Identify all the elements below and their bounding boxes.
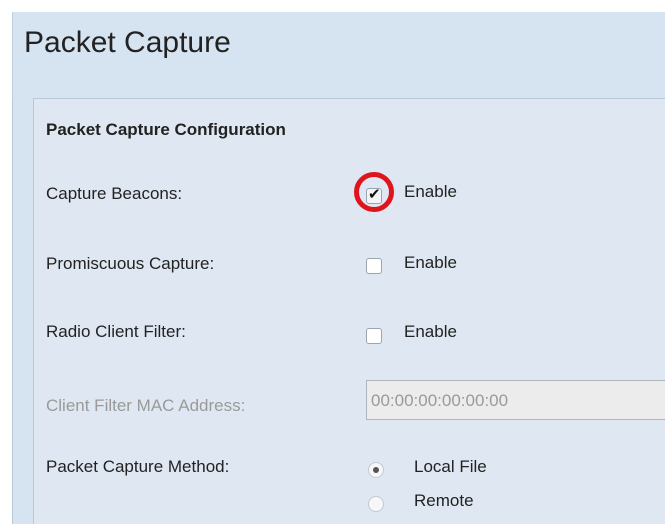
capture-method-label: Packet Capture Method: (46, 457, 230, 476)
radio-client-filter-label: Radio Client Filter: (46, 322, 186, 341)
radio-local-file[interactable] (368, 462, 384, 478)
capture-beacons-label: Capture Beacons: (46, 184, 183, 203)
promiscuous-capture-enable-label: Enable (404, 253, 457, 272)
promiscuous-capture-label: Promiscuous Capture: (46, 254, 215, 273)
radio-local-file-label: Local File (414, 457, 487, 476)
radio-client-filter-checkbox[interactable] (366, 328, 382, 344)
radio-remote-label: Remote (414, 491, 474, 510)
radio-client-filter-enable-label: Enable (404, 322, 457, 341)
radio-selected-dot (373, 467, 379, 473)
client-filter-mac-label: Client Filter MAC Address: (46, 396, 246, 415)
radio-remote[interactable] (368, 496, 384, 512)
promiscuous-capture-checkbox[interactable] (366, 258, 382, 274)
capture-beacons-enable-label: Enable (404, 182, 457, 201)
section-title: Packet Capture Configuration (46, 120, 286, 139)
highlight-circle (354, 172, 394, 212)
page-title: Packet Capture (24, 26, 231, 59)
client-filter-mac-input[interactable]: 00:00:00:00:00:00 (366, 380, 665, 420)
